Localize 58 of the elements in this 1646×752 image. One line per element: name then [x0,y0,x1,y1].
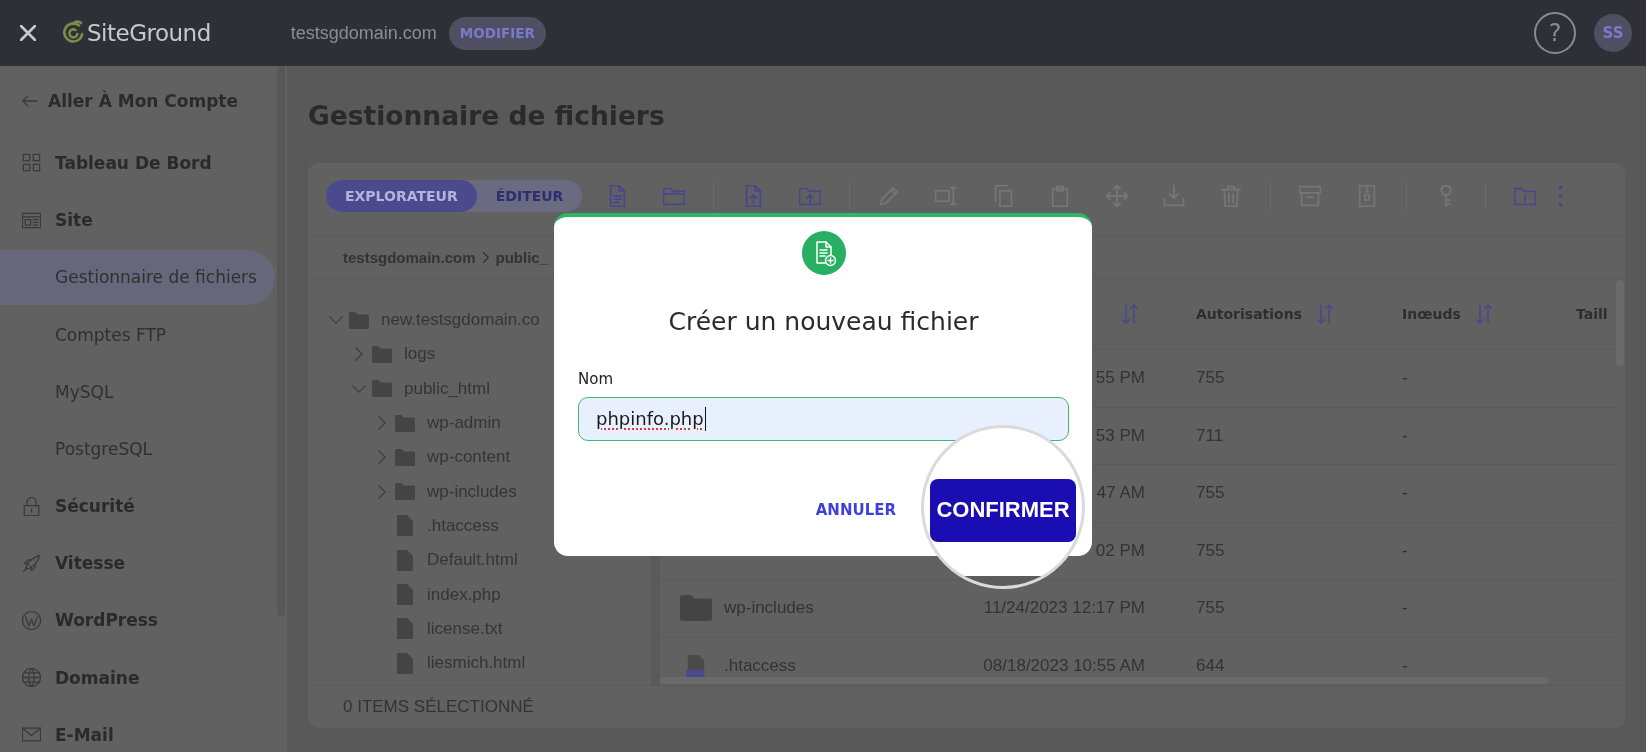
new-file-icon [801,231,846,275]
folder-icon [349,311,369,329]
document-icon [397,652,413,674]
horizontal-scrollbar[interactable] [660,677,1548,684]
close-icon[interactable] [20,25,36,41]
globe-icon [22,668,41,688]
sort-arrows-icon[interactable] [1121,304,1139,324]
help-button[interactable]: ? [1534,12,1576,54]
more-icon[interactable] [1558,184,1564,207]
confirm-button[interactable]: CONFIRMER [930,478,1076,542]
spiral-logo-icon [62,20,84,46]
folder-icon [395,483,415,501]
view-tab[interactable]: EXPLORATEUR [326,179,477,212]
inodes-value: - [1402,540,1408,560]
document-icon [397,618,413,640]
chevron-down-icon[interactable] [352,384,366,393]
sidebar-item[interactable]: Sécurité [22,489,135,524]
chevron-right-icon[interactable] [355,347,363,362]
user-avatar[interactable]: SS [1594,14,1632,52]
folder-icon [395,448,415,466]
sidebar-item[interactable]: Gestionnaire de fichiers [0,249,275,305]
lock-icon [22,496,41,516]
sidebar-item[interactable]: WordPress [22,603,158,638]
view-tab[interactable]: ÉDITEUR [476,179,583,212]
domain-name: testsgdomain.com [290,22,437,44]
grid-icon [22,153,41,173]
sidebar-scrollbar[interactable] [277,66,285,617]
modify-button[interactable]: MODIFIER [448,16,546,50]
inodes-value: - [1402,655,1408,675]
inodes-value: - [1402,483,1408,503]
inodes-value: - [1402,425,1408,445]
document-icon [397,549,413,571]
folder-icon [372,380,392,398]
field-label: Nom [578,369,613,389]
inodes-value: - [1402,368,1408,388]
sort-arrows-icon[interactable] [1474,304,1493,324]
arrow-left-icon [22,95,38,107]
sidebar-item[interactable]: Site [22,203,93,238]
name-input[interactable]: phpinfo.php [578,397,1069,441]
chevron-right-icon [482,251,489,263]
chevron-right-icon[interactable] [378,416,386,431]
document-icon [397,584,413,605]
chevron-down-icon[interactable] [329,316,343,325]
folder-icon [680,595,712,622]
circled-w-icon [22,611,41,630]
rocket-icon [22,553,41,573]
folder-icon [372,345,392,363]
document-icon [397,515,413,537]
cancel-button[interactable]: ANNULER [815,501,896,519]
chevron-right-icon[interactable] [378,484,386,499]
browser-window-icon [22,210,41,230]
inodes-value: - [1402,598,1408,618]
sort-arrows-icon[interactable] [1316,304,1334,324]
logo-text[interactable]: SiteGround [87,20,211,46]
folder-icon [395,414,415,432]
chevron-right-icon[interactable] [378,450,386,465]
document-icon [686,654,706,677]
dialog-title: Créer un nouveau fichier [668,306,979,338]
